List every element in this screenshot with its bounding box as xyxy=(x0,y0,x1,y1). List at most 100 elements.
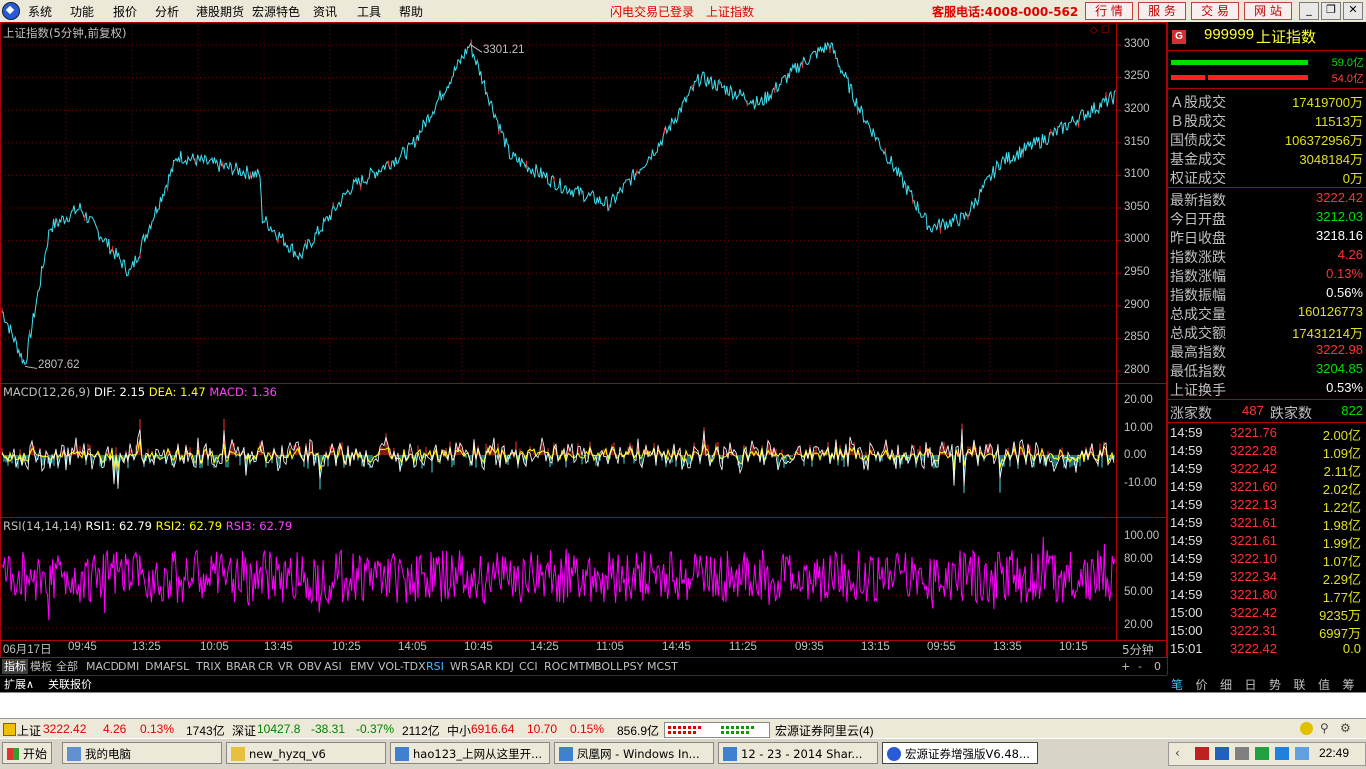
sz-price: 10427.8 xyxy=(257,722,301,736)
indicator-control[interactable]: 0 xyxy=(1152,659,1163,674)
settings-icon[interactable]: ⚙ xyxy=(1340,721,1351,735)
task-my-computer[interactable]: 我的电脑 xyxy=(62,742,222,764)
kline-chart[interactable] xyxy=(0,22,1167,658)
market-icon[interactable] xyxy=(3,723,16,736)
stock-name: 上证指数 xyxy=(1256,28,1317,46)
indicator-tab[interactable]: BOLL xyxy=(592,659,624,674)
menu-hongyuan[interactable]: 宏源特色 xyxy=(252,3,300,20)
indicator-tab[interactable]: EMV xyxy=(348,659,376,674)
volume-icon[interactable] xyxy=(1235,747,1249,760)
volume-label: 基金成交 xyxy=(1170,152,1226,168)
tick-time: 14:59 xyxy=(1170,569,1203,584)
stat-value: 3204.85 xyxy=(1316,361,1363,376)
indicator-tab[interactable]: TRIX xyxy=(194,659,223,674)
menu-tools[interactable]: 工具 xyxy=(357,3,381,20)
quote-tab[interactable]: 值 xyxy=(1318,676,1330,693)
menu-help[interactable]: 帮助 xyxy=(399,3,423,20)
signal-icon[interactable]: ⚲ xyxy=(1320,721,1329,735)
start-button[interactable]: 开始 xyxy=(2,742,52,764)
rsi-title[interactable]: RSI(14,14,14) RSI1: 62.79 RSI2: 62.79 RS… xyxy=(3,519,292,533)
indicator-tab[interactable]: VOL-TDX xyxy=(376,659,428,674)
stat-value: 3212.03 xyxy=(1316,209,1363,224)
quote-button[interactable]: 行 情 xyxy=(1085,2,1133,20)
indicator-tab[interactable]: MCST xyxy=(645,659,680,674)
indicator-tab[interactable]: BRAR xyxy=(224,659,258,674)
macd-name: MACD(12,26,9) xyxy=(3,385,91,399)
tray-arrow-icon[interactable]: ‹ xyxy=(1175,746,1180,760)
zx-name[interactable]: 中小 xyxy=(447,722,471,739)
app-logo-icon[interactable] xyxy=(2,2,20,20)
panel-options-icon[interactable]: ◇ ☐ xyxy=(1090,25,1110,36)
minimize-button[interactable]: _ xyxy=(1299,2,1319,20)
quote-tab[interactable]: 细 xyxy=(1220,676,1232,693)
macd-title[interactable]: MACD(12,26,9) DIF: 2.15 DEA: 1.47 MACD: … xyxy=(3,385,277,399)
flag-icon[interactable] xyxy=(1195,747,1209,760)
menu-hk-futures[interactable]: 港股期货 xyxy=(196,3,244,20)
menu-quote[interactable]: 报价 xyxy=(113,3,137,20)
restore-button[interactable]: ❐ xyxy=(1321,2,1341,20)
quote-panel: G 999999 上证指数 59.0亿 54.0亿 Ａ股成交 17419700万 Ｂ… xyxy=(1167,22,1366,676)
security-icon[interactable] xyxy=(1255,747,1269,760)
app-icon xyxy=(887,747,901,761)
zx-change: 10.70 xyxy=(527,722,558,736)
task-hongyuan[interactable]: 宏源证券增强版V6.48... xyxy=(882,742,1038,764)
indicator-tab[interactable]: DMI xyxy=(116,659,141,674)
related-quote-tab[interactable]: 关联报价 xyxy=(46,677,94,692)
stat-value: 3222.42 xyxy=(1316,190,1363,205)
indicator-tab[interactable]: 模板 xyxy=(28,659,54,674)
down-volume-bar xyxy=(1208,75,1308,80)
indicator-tab[interactable]: OBV xyxy=(296,659,323,674)
task-hao123[interactable]: hao123_上网从这里开... xyxy=(390,742,550,764)
macd-dea: DEA: 1.47 xyxy=(148,385,206,399)
indicator-tab[interactable]: CCI xyxy=(517,659,540,674)
indicator-tab[interactable]: VR xyxy=(276,659,295,674)
indicator-tab[interactable]: ASI xyxy=(322,659,344,674)
quote-tab[interactable]: 筹 xyxy=(1343,676,1355,693)
service-button[interactable]: 服 务 xyxy=(1138,2,1186,20)
quote-tab[interactable]: 笔 xyxy=(1171,676,1183,693)
quote-tab[interactable]: 势 xyxy=(1269,676,1281,693)
sz-name[interactable]: 深证 xyxy=(232,722,256,739)
quote-tab[interactable]: 日 xyxy=(1245,676,1257,693)
flash-trade-link[interactable]: 闪电交易已登录 xyxy=(610,3,694,20)
info-icon[interactable] xyxy=(1300,722,1313,735)
menu-news[interactable]: 资讯 xyxy=(313,3,337,20)
indicator-tab[interactable]: 全部 xyxy=(54,659,80,674)
trade-button[interactable]: 交 易 xyxy=(1191,2,1239,20)
extend-toggle[interactable]: 扩展∧ xyxy=(2,677,36,692)
quote-tab[interactable]: 联 xyxy=(1294,676,1306,693)
indicator-control[interactable]: + xyxy=(1119,659,1132,674)
volume-row: 基金成交 3048184万 xyxy=(1170,149,1363,168)
qq-icon[interactable] xyxy=(1295,747,1309,760)
task-ifeng[interactable]: 凤凰网 - Windows In... xyxy=(554,742,714,764)
indicator-tab[interactable]: ROC xyxy=(542,659,570,674)
indicator-tab[interactable]: FSL xyxy=(168,659,191,674)
bluetooth-icon[interactable] xyxy=(1275,747,1289,760)
chart-area[interactable]: 上证指数(5分钟,前复权) ◇ ☐ 3301.21 2807.62 3300 3… xyxy=(0,22,1167,658)
macd-tick: 10.00 xyxy=(1124,422,1153,434)
menu-system[interactable]: 系统 xyxy=(28,3,52,20)
indicator-tab[interactable]: RSI xyxy=(424,659,446,674)
menu-function[interactable]: 功能 xyxy=(70,3,94,20)
task-folder[interactable]: new_hyzq_v6 xyxy=(226,742,386,764)
close-button[interactable]: ✕ xyxy=(1343,2,1363,20)
sh-name[interactable]: 上证 xyxy=(17,722,41,739)
quote-tab[interactable]: 价 xyxy=(1196,676,1208,693)
down-count-label: 跌家数 xyxy=(1270,406,1312,422)
period-label[interactable]: 5分钟 xyxy=(1122,641,1154,658)
indicator-tab[interactable]: 指标 xyxy=(2,659,28,674)
indicator-control[interactable]: - xyxy=(1136,659,1144,674)
indicator-tab[interactable]: KDJ xyxy=(493,659,516,674)
menu-analysis[interactable]: 分析 xyxy=(155,3,179,20)
task-share[interactable]: 12 - 23 - 2014 Shar... xyxy=(718,742,878,764)
server-name[interactable]: 宏源证券阿里云(4) xyxy=(775,722,874,739)
indicator-tab[interactable]: SAR xyxy=(468,659,494,674)
indicator-tab[interactable]: CR xyxy=(256,659,275,674)
index-name-link[interactable]: 上证指数 xyxy=(706,3,754,20)
indicator-tab[interactable]: PSY xyxy=(621,659,645,674)
clock[interactable]: 22:49 xyxy=(1319,746,1349,760)
stat-label: 指数涨幅 xyxy=(1170,269,1226,285)
network-icon[interactable] xyxy=(1215,747,1229,760)
website-button[interactable]: 网 站 xyxy=(1244,2,1292,20)
tick-price: 3222.42 xyxy=(1230,605,1277,620)
